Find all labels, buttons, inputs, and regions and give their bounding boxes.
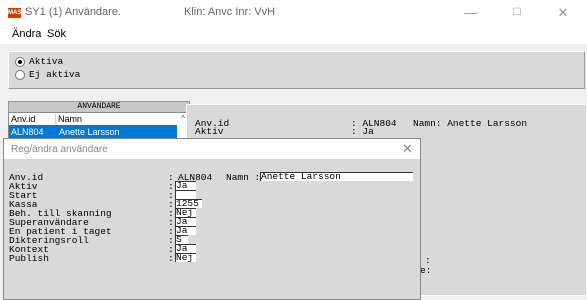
detail-aktiv-label: Aktiv [195,126,224,137]
window-title: SY1 (1) Användare. [25,6,122,18]
radio-ej-aktiva[interactable] [15,70,25,80]
detail-aktiv-value: : Ja [351,126,374,137]
list-item[interactable]: ALN804 Anette Larsson [9,125,177,139]
maximize-button[interactable]: ☐ [494,0,540,26]
radio-aktiva[interactable] [15,57,25,67]
dialog-title: Reg/ändra användare [11,144,108,155]
detail-namn: Namn: Anette Larsson [413,118,528,129]
detail-partial-label: e: [420,265,432,276]
radio-ej-aktiva-label: Ej aktiva [29,69,81,80]
field-colon: : [168,253,174,264]
column-header-namn[interactable]: Namn [56,114,176,124]
app-logo-icon: MAS [8,8,22,18]
menu-item-sok[interactable]: Sök [47,28,66,40]
client-info: Klin: Anvc Inr: VvH [184,6,276,18]
close-button[interactable]: ✕ [540,0,586,26]
publish-input[interactable]: Nej [175,253,196,262]
minimize-button[interactable]: — [448,0,494,26]
column-header-anvid[interactable]: Anv.id [9,114,56,124]
menu-item-andra[interactable]: Ändra [12,28,41,40]
aktiv-input[interactable]: Ja [175,181,196,190]
dialog-close-button[interactable]: ✕ [402,141,413,157]
radio-aktiva-label: Aktiva [29,56,64,67]
list-item-name: Anette Larsson [59,127,120,137]
title-bar: MAS SY1 (1) Användare. Klin: Anvc Inr: V… [0,0,587,26]
filter-panel: Aktiva Ej aktiva [8,51,585,89]
dialog-title-bar: Reg/ändra användare ✕ [4,139,420,159]
field-label-publish: Publish [9,253,49,264]
namn-input[interactable]: Anette Larsson [260,172,413,181]
edit-user-dialog: Reg/ändra användare ✕ Anv.id : ALN804 Na… [3,138,421,300]
field-label-namn: Namn : [226,172,261,183]
list-item-id: ALN804 [11,127,44,137]
menu-bar: Ändra Sök [0,26,587,44]
